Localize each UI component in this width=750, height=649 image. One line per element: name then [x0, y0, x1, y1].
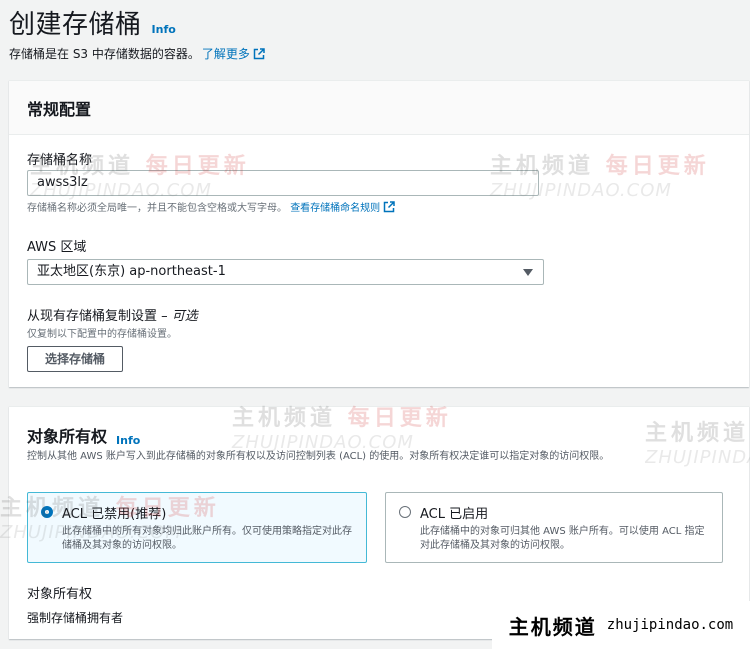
- copy-settings-optional: 可选: [171, 309, 198, 324]
- object-ownership-description: 控制从其他 AWS 账户写入到此存储桶的对象所有权以及访问控制列表 (ACL) …: [27, 451, 610, 462]
- page-header: 创建存储桶 Info 存储桶是在 S3 中存储数据的容器。 了解更多: [9, 4, 265, 62]
- bucket-name-hint-text: 存储桶名称必须全局唯一，并且不能包含空格或大写字母。: [27, 203, 287, 214]
- info-link[interactable]: Info: [152, 23, 176, 36]
- bucket-name-label: 存储桶名称: [27, 153, 93, 168]
- site-badge-url: zhujipindao.com: [606, 617, 734, 633]
- general-config-panel: 常规配置 存储桶名称 awss3lz 存储桶名称必须全局唯一，并且不能包含空格或…: [9, 80, 749, 387]
- acl-disabled-title: ACL 已禁用(推荐): [62, 507, 167, 522]
- ownership-info-link[interactable]: Info: [116, 434, 140, 447]
- copy-settings-hint: 仅复制以下配置中的存储桶设置。: [27, 329, 177, 340]
- general-config-title: 常规配置: [27, 99, 92, 119]
- acl-enabled-title: ACL 已启用: [420, 507, 489, 522]
- radio-unselected-icon: [399, 506, 411, 518]
- region-select[interactable]: 亚太地区(东京) ap-northeast-1: [27, 259, 544, 285]
- object-ownership-title: 对象所有权: [27, 427, 108, 446]
- copy-settings-field: 从现有存储桶复制设置 – 可选 仅复制以下配置中的存储桶设置。 选择存储桶: [27, 305, 198, 372]
- object-ownership-field-label: 对象所有权: [27, 587, 93, 602]
- object-ownership-field: 对象所有权 强制存储桶拥有者: [27, 583, 123, 626]
- site-badge: 主机频道 zhujipindao.com: [492, 601, 750, 649]
- page-title-row: 创建存储桶 Info: [9, 4, 265, 41]
- bucket-name-field: 存储桶名称 awss3lz 存储桶名称必须全局唯一，并且不能包含空格或大写字母。…: [27, 149, 539, 214]
- object-ownership-header: 对象所有权 Info: [9, 407, 749, 449]
- site-badge-brand: 主机频道: [508, 614, 597, 639]
- acl-disabled-desc: 此存储桶中的所有对象均归此账户所有。仅可使用策略指定对此存储桶及其对象的访问权限…: [62, 526, 352, 551]
- region-field: AWS 区域 亚太地区(东京) ap-northeast-1: [27, 236, 544, 285]
- region-select-value: 亚太地区(东京) ap-northeast-1: [37, 264, 226, 279]
- copy-settings-label: 从现有存储桶复制设置 – 可选: [27, 305, 198, 324]
- radio-selected-icon: [41, 506, 53, 518]
- learn-more-label: 了解更多: [201, 47, 250, 61]
- bucket-name-input[interactable]: awss3lz: [27, 170, 539, 196]
- naming-rules-label: 查看存储桶命名规则: [290, 203, 381, 214]
- bucket-name-hint: 存储桶名称必须全局唯一，并且不能包含空格或大写字母。 查看存储桶命名规则: [27, 199, 539, 214]
- acl-disabled-option[interactable]: ACL 已禁用(推荐) 此存储桶中的所有对象均归此账户所有。仅可使用策略指定对此…: [27, 492, 367, 563]
- region-label: AWS 区域: [27, 240, 87, 255]
- external-link-icon: [253, 48, 265, 60]
- page-description-text: 存储桶是在 S3 中存储数据的容器。: [9, 47, 200, 61]
- external-link-icon: [383, 201, 395, 213]
- page-title: 创建存储桶: [9, 10, 142, 40]
- naming-rules-link[interactable]: 查看存储桶命名规则: [290, 201, 395, 214]
- choose-bucket-button[interactable]: 选择存储桶: [27, 346, 124, 372]
- general-config-header: 常规配置: [9, 81, 749, 135]
- caret-down-icon: [523, 269, 533, 276]
- acl-enabled-desc: 此存储桶中的对象可归其他 AWS 账户所有。可以使用 ACL 指定对此存储桶及其…: [420, 526, 705, 551]
- copy-settings-label-text: 从现有存储桶复制设置 –: [27, 309, 168, 324]
- learn-more-link[interactable]: 了解更多: [202, 47, 265, 61]
- page-description: 存储桶是在 S3 中存储数据的容器。 了解更多: [9, 45, 265, 62]
- object-ownership-field-value: 强制存储桶拥有者: [27, 611, 124, 625]
- acl-enabled-option[interactable]: ACL 已启用 此存储桶中的对象可归其他 AWS 账户所有。可以使用 ACL 指…: [385, 492, 723, 563]
